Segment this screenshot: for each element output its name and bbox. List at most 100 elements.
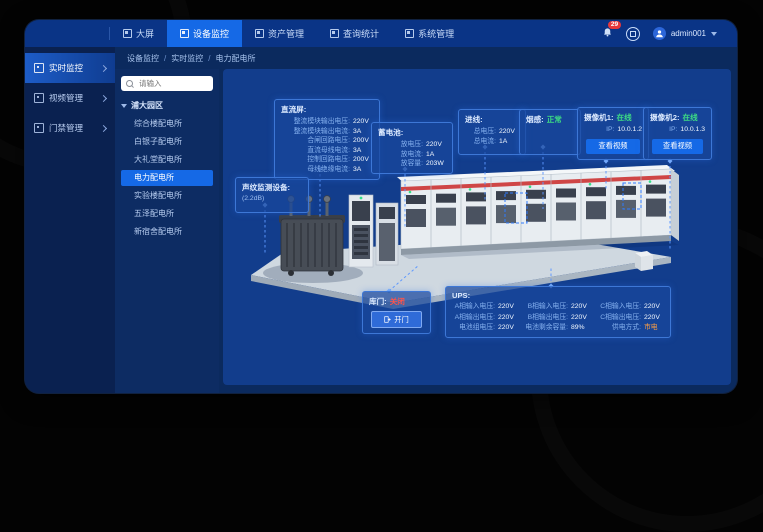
notifications-button[interactable]: 29 — [602, 25, 613, 43]
card-title: 摄像机1:在线 — [584, 112, 642, 123]
card-title: 声纹监测设备: — [242, 182, 302, 193]
data-row: B相输出电压:220V — [525, 313, 591, 323]
sidebar-item-2[interactable]: 视频管理 — [25, 83, 115, 113]
card-title: 蓄电池: — [378, 127, 446, 138]
data-label: 总电流: — [465, 137, 496, 147]
data-value: 200V — [353, 155, 373, 165]
data-value: 3A — [353, 165, 373, 175]
chevron-right-icon — [100, 94, 107, 101]
nav-right: 29 admin001 — [602, 20, 737, 47]
card-incoming: 进线:总电压:220V总电流:1A — [458, 109, 526, 155]
ups-grid: A相输入电压:220VB相输入电压:220VC相输入电压:220VA相输出电压:… — [452, 302, 664, 333]
tree-item[interactable]: 白银子配电所 — [121, 134, 213, 150]
data-label: B相输出电压: — [525, 313, 568, 323]
card-door: 库门:关闭开门 — [362, 291, 431, 334]
nav-item-3[interactable]: 资产管理 — [242, 20, 317, 47]
data-value: 89% — [571, 323, 591, 333]
card-title: 摄像机2:在线 — [650, 112, 705, 123]
data-row: 放电流:1A — [378, 150, 446, 160]
nav-items: 大屏 设备监控 资产管理 查询统计系统管理 — [110, 20, 467, 47]
top-navbar: 大屏 设备监控 资产管理 查询统计系统管理 29 admin001 — [25, 20, 737, 47]
tree-root-node[interactable]: 浦大园区 — [121, 100, 213, 111]
data-label: 电池组电压: — [452, 323, 495, 333]
breadcrumb-separator: / — [208, 54, 210, 63]
data-value: 200V — [353, 136, 373, 146]
nav-item-4[interactable]: 查询统计 — [317, 20, 392, 47]
stats-icon — [330, 29, 339, 38]
card-acoustic: 声纹监测设备: (2.2dB) — [235, 177, 309, 213]
open-door-button[interactable]: 开门 — [371, 311, 422, 328]
card-title: 库门:关闭 — [369, 296, 424, 307]
scene-panel: 直流屏:整流模块输出电压:220V整流模块输出电流:3A合闸回路电压:200V直… — [223, 69, 731, 385]
card-title-label: 直流屏: — [281, 105, 306, 114]
data-label: A相输出电压: — [452, 313, 495, 323]
nav-item-1[interactable]: 大屏 — [110, 20, 167, 47]
card-battery: 蓄电池:放电压:220V放电流:1A放容量:203W — [371, 122, 453, 174]
data-label: IP: — [584, 125, 614, 135]
nav-item-5[interactable]: 系统管理 — [392, 20, 467, 47]
data-row: 整流模块输出电流:3A — [281, 127, 373, 137]
data-value: 220V — [498, 323, 518, 333]
tree-item[interactable]: 电力配电所 — [121, 170, 213, 186]
breadcrumb-item[interactable]: 实时监控 — [171, 53, 203, 64]
breadcrumb-item[interactable]: 电力配电所 — [215, 53, 255, 64]
nav-item-label: 资产管理 — [268, 27, 304, 40]
data-row: 放容量:203W — [378, 159, 446, 169]
data-value: 220V — [498, 313, 518, 323]
data-row: 电池剩余容量:89% — [525, 323, 591, 333]
card-title: 进线: — [465, 114, 519, 125]
nav-item-label: 设备监控 — [193, 27, 229, 40]
data-row: C相输入电压:220V — [598, 302, 664, 312]
screen-icon — [123, 29, 132, 38]
station-tree: 浦大园区 综合楼配电所白银子配电所大礼堂配电所电力配电所实验楼配电所五泽配电所新… — [121, 100, 213, 240]
data-row: 控制回路电压:200V — [281, 155, 373, 165]
data-label: 控制回路电压: — [281, 155, 350, 165]
data-row: A相输入电压:220V — [452, 302, 518, 312]
tree-item[interactable]: 五泽配电所 — [121, 206, 213, 222]
tree-item[interactable]: 新宿舍配电所 — [121, 224, 213, 240]
status-badge: 在线 — [617, 113, 632, 122]
data-value: 10.0.1.3 — [680, 125, 705, 135]
data-row: IP:10.0.1.3 — [650, 125, 705, 135]
nav-item-2[interactable]: 设备监控 — [167, 20, 242, 47]
sidebar-item-label: 视频管理 — [49, 92, 83, 104]
tree-item[interactable]: 综合楼配电所 — [121, 116, 213, 132]
nav-item-label: 查询统计 — [343, 27, 379, 40]
data-row: 母线绝缘电流:3A — [281, 165, 373, 175]
sidebar-item-1[interactable]: 实时监控 — [25, 53, 115, 83]
breadcrumb: 设备监控 / 实时监控 / 电力配电所 — [115, 47, 737, 69]
asset-icon — [255, 29, 264, 38]
fullscreen-button[interactable] — [626, 27, 640, 41]
button-label: 查看视频 — [663, 141, 692, 150]
breadcrumb-item[interactable]: 设备监控 — [127, 53, 159, 64]
search-input[interactable] — [137, 78, 208, 89]
data-value: 220V — [571, 302, 591, 312]
card-title-label: 声纹监测设备: — [242, 183, 290, 192]
card-camera1: 摄像机1:在线IP:10.0.1.2查看视频 — [577, 107, 649, 160]
data-value: 220V — [353, 117, 373, 127]
device-monitor-icon — [180, 29, 189, 38]
view-video-button[interactable]: 查看视频 — [586, 139, 639, 154]
card-title: 烟感:正常 — [526, 114, 574, 125]
view-video-button[interactable]: 查看视频 — [652, 139, 703, 154]
sidebar: 实时监控视频管理门禁管理 — [25, 47, 115, 393]
card-title-label: 库门: — [369, 297, 387, 306]
search-box[interactable] — [121, 76, 213, 91]
data-label: 供电方式: — [598, 323, 641, 333]
user-menu[interactable]: admin001 — [653, 27, 717, 40]
card-title-label: 摄像机2: — [650, 113, 680, 122]
breadcrumb-separator: / — [164, 54, 166, 63]
logo-area — [25, 20, 109, 47]
data-label: 电池剩余容量: — [525, 323, 568, 333]
username: admin001 — [671, 29, 706, 38]
status-badge: 在线 — [683, 113, 698, 122]
tree-item[interactable]: 实验楼配电所 — [121, 188, 213, 204]
data-row: 电池组电压:220V — [452, 323, 518, 333]
card-smoke: 烟感:正常 — [519, 109, 581, 155]
app-window: 大屏设备监控资产管理查询统计系统管理 29 admin001 — [25, 20, 737, 393]
sidebar-item-3[interactable]: 门禁管理 — [25, 113, 115, 143]
tree-item[interactable]: 大礼堂配电所 — [121, 152, 213, 168]
avatar — [653, 27, 666, 40]
card-ups: UPS:A相输入电压:220VB相输入电压:220VC相输入电压:220VA相输… — [445, 286, 671, 338]
card-subtitle: (2.2dB) — [242, 195, 302, 202]
